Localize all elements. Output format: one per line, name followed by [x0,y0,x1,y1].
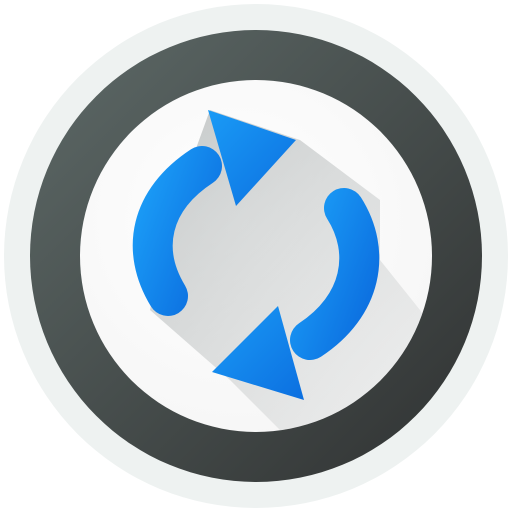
icon-svg [4,4,508,508]
refresh-sync-icon [0,0,512,512]
